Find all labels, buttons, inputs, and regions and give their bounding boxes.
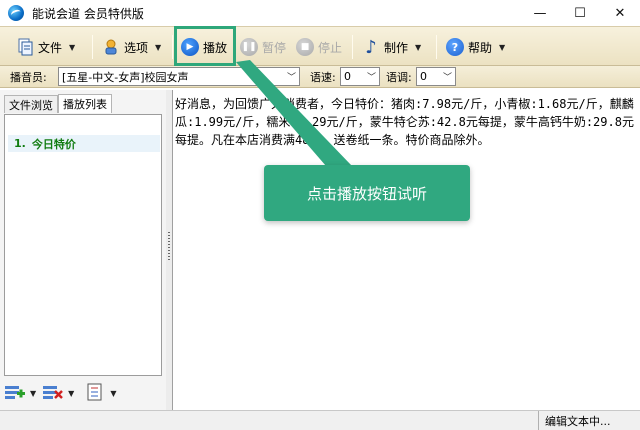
- title-bar: 能说会道 会员特供版 — ☐ ✕: [0, 0, 640, 26]
- chevron-down-icon: ﹀: [442, 73, 452, 83]
- tutorial-callout: 点击播放按钮试听: [264, 165, 470, 221]
- announcer-value: [五星-中文-女声]校园女声: [62, 70, 189, 84]
- pitch-label: 语调:: [386, 71, 412, 84]
- pause-label: 暂停: [262, 40, 287, 55]
- toolbar-divider: [436, 35, 437, 59]
- make-menu-button[interactable]: ♪ 制作 ▼: [362, 33, 421, 61]
- chevron-down-icon: ▼: [69, 42, 76, 52]
- callout-text: 点击播放按钮试听: [306, 184, 427, 203]
- maximize-button[interactable]: ☐: [560, 0, 600, 26]
- editor-text[interactable]: 好消息，为回馈广大消费者，今日特价：猪肉:7.98元/斤，小青椒:1.68元/斤…: [175, 95, 635, 149]
- stop-icon: ■: [296, 38, 314, 56]
- file-label: 文件: [38, 40, 63, 55]
- chevron-down-icon: ▼: [155, 42, 162, 52]
- help-label: 帮助: [468, 40, 493, 55]
- delete-list-button[interactable]: ▼: [42, 383, 74, 404]
- pitch-select[interactable]: 0 ﹀: [416, 67, 456, 86]
- list-toolbar: ▼ ▼ ▼: [4, 380, 162, 406]
- announcer-label: 播音员:: [10, 71, 47, 84]
- speed-value: 0: [344, 70, 351, 83]
- stop-label: 停止: [318, 40, 343, 55]
- hand-settings-icon: [102, 38, 120, 56]
- window-title: 能说会道 会员特供版: [32, 6, 144, 21]
- list-edit-icon: [86, 383, 106, 404]
- speed-label: 语速:: [310, 71, 336, 84]
- list-item[interactable]: 1. 今日特价: [8, 135, 160, 152]
- chevron-down-icon: ▼: [30, 388, 37, 398]
- chevron-down-icon: ▼: [68, 388, 75, 398]
- close-button[interactable]: ✕: [600, 0, 640, 26]
- add-list-button[interactable]: ▼: [4, 383, 36, 404]
- delete-list-icon: [42, 383, 64, 404]
- chevron-down-icon: ﹀: [366, 73, 376, 83]
- help-icon: ?: [446, 38, 464, 56]
- add-list-icon: [4, 383, 26, 404]
- list-edit-button[interactable]: ▼: [86, 383, 116, 404]
- voice-settings-bar: 播音员: [五星-中文-女声]校园女声 ﹀ 语速: 0 ﹀ 语调: 0 ﹀: [0, 66, 640, 88]
- toolbar-divider: [92, 35, 93, 59]
- play-button-highlight: [174, 26, 236, 66]
- file-menu-button[interactable]: 文件 ▼: [16, 33, 75, 61]
- minimize-button[interactable]: —: [520, 0, 560, 26]
- toolbar-divider: [172, 35, 173, 59]
- pause-icon: ❚❚: [240, 38, 258, 56]
- chevron-down-icon: ▼: [499, 42, 506, 52]
- play-list: 1. 今日特价: [4, 114, 162, 376]
- make-label: 制作: [384, 40, 409, 55]
- list-item-label: 今日特价: [31, 137, 76, 151]
- text-editor[interactable]: 好消息，为回馈广大消费者，今日特价：猪肉:7.98元/斤，小青椒:1.68元/斤…: [172, 90, 640, 410]
- tab-file-browser[interactable]: 文件浏览: [4, 95, 58, 113]
- left-pane: 文件浏览 播放列表 1. 今日特价 ▼ ▼ ▼: [0, 90, 166, 410]
- options-menu-button[interactable]: 选项 ▼: [102, 33, 161, 61]
- document-icon: [16, 38, 34, 56]
- help-menu-button[interactable]: ? 帮助 ▼: [446, 33, 505, 61]
- announcer-select[interactable]: [五星-中文-女声]校园女声 ﹀: [58, 67, 300, 86]
- window-controls: — ☐ ✕: [520, 0, 640, 26]
- app-logo-icon: [8, 5, 24, 21]
- options-label: 选项: [124, 40, 149, 55]
- toolbar-divider: [352, 35, 353, 59]
- chevron-down-icon: ▼: [415, 42, 422, 52]
- speed-select[interactable]: 0 ﹀: [340, 67, 380, 86]
- status-text: 编辑文本中...: [538, 411, 640, 430]
- tab-play-list[interactable]: 播放列表: [58, 94, 112, 113]
- status-bar: 编辑文本中...: [0, 410, 640, 430]
- main-toolbar: 文件 ▼ 选项 ▼ ▶ 播放 ❚❚ 暂停 ■ 停止 ♪ 制作 ▼ ? 帮助 ▼: [0, 26, 640, 66]
- stop-button[interactable]: ■ 停止: [296, 33, 342, 61]
- pause-button[interactable]: ❚❚ 暂停: [240, 33, 286, 61]
- music-note-icon: ♪: [365, 36, 377, 58]
- list-item-index: 1.: [14, 137, 26, 150]
- chevron-down-icon: ﹀: [286, 73, 296, 83]
- pitch-value: 0: [420, 70, 427, 83]
- left-tabs: 文件浏览 播放列表: [4, 94, 112, 113]
- chevron-down-icon: ▼: [110, 388, 117, 398]
- splitter-grip[interactable]: [168, 232, 170, 262]
